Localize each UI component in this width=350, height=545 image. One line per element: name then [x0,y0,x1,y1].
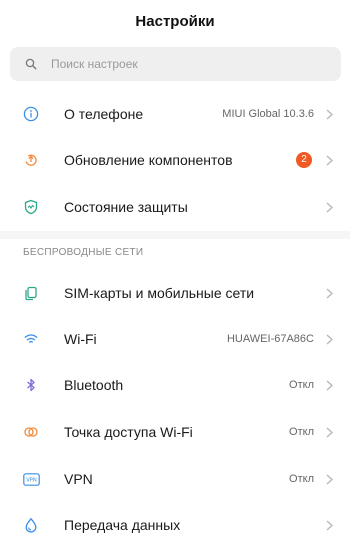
chevron-right-icon [326,108,334,120]
settings-item-data-usage[interactable]: Передача данных [0,502,350,545]
chevron-right-icon [326,426,334,438]
update-count-badge: 2 [296,152,312,168]
settings-item-label: Точка доступа Wi-Fi [64,424,193,440]
search-input[interactable] [51,57,301,71]
data-usage-icon [22,516,40,534]
settings-item-label: Передача данных [64,517,181,533]
chevron-right-icon [326,201,334,213]
settings-item-vpn[interactable]: VPN VPN Откл [0,456,350,502]
chevron-right-icon [326,333,334,345]
settings-item-label: SIM-карты и мобильные сети [64,285,255,301]
chevron-right-icon [326,154,334,166]
settings-item-component-update[interactable]: Обновление компонентов 2 [0,137,350,183]
chevron-right-icon [326,473,334,485]
vpn-icon-text: VPN [26,477,37,483]
settings-item-label: Wi-Fi [64,331,97,347]
settings-item-hotspot[interactable]: Точка доступа Wi-Fi Откл [0,409,350,455]
bluetooth-icon [22,376,40,394]
settings-item-label: Bluetooth [64,377,124,393]
bluetooth-status-value: Откл [289,379,314,391]
vpn-icon: VPN [22,470,40,488]
settings-item-label: Обновление компонентов [64,152,233,168]
info-icon [22,105,40,123]
sim-icon [22,284,40,302]
hotspot-icon [22,423,40,441]
settings-item-security-status[interactable]: Состояние защиты [0,184,350,230]
chevron-right-icon [326,287,334,299]
update-icon [22,151,40,169]
settings-item-wifi[interactable]: Wi-Fi HUAWEI-67A86C [0,316,350,362]
settings-item-bluetooth[interactable]: Bluetooth Откл [0,362,350,408]
section-title-wireless: БЕСПРОВОДНЫЕ СЕТИ [23,247,144,258]
hotspot-status-value: Откл [289,426,314,438]
wifi-network-value: HUAWEI-67A86C [226,333,314,345]
page-title: Настройки [135,13,215,30]
settings-item-sim-cards[interactable]: SIM-карты и мобильные сети [0,270,350,316]
chevron-right-icon [326,379,334,391]
search-icon [25,57,39,71]
vpn-status-value: Откл [289,473,314,485]
shield-icon [22,198,40,216]
settings-item-label: VPN [64,471,93,487]
settings-item-label: О телефоне [64,106,144,122]
settings-item-label: Состояние защиты [64,199,188,215]
section-divider [0,231,350,239]
search-bar[interactable] [10,47,341,81]
wifi-icon [22,330,40,348]
settings-item-about-phone[interactable]: О телефоне MIUI Global 10.3.6 [0,91,350,137]
chevron-right-icon [326,519,334,531]
miui-version-value: MIUI Global 10.3.6 [222,108,314,120]
